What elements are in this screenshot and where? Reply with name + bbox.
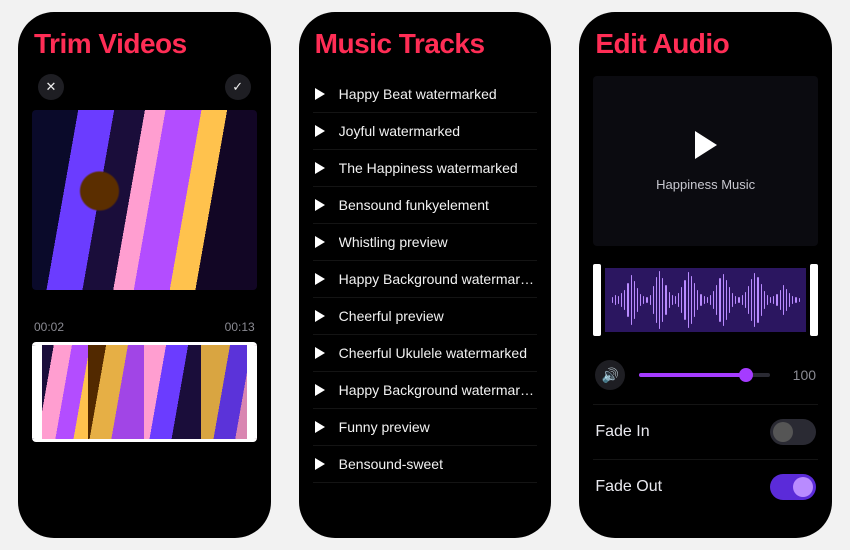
volume-slider[interactable] [639, 373, 770, 377]
play-icon [315, 384, 325, 396]
play-icon [315, 236, 325, 248]
time-start: 00:02 [34, 320, 64, 334]
fade-in-row: Fade In [593, 404, 818, 459]
play-icon [315, 162, 325, 174]
screen-title: Music Tracks [315, 28, 538, 60]
track-list: Happy Beat watermarked Joyful watermarked… [313, 76, 538, 483]
screen-title: Trim Videos [34, 28, 257, 60]
filmstrip-thumb [88, 345, 144, 439]
play-icon [315, 421, 325, 433]
time-end: 00:13 [225, 320, 255, 334]
trim-handle-right[interactable] [810, 264, 818, 336]
waveform [605, 268, 806, 332]
track-title: Happy Beat watermarked [339, 86, 497, 102]
play-icon [315, 310, 325, 322]
play-icon [315, 125, 325, 137]
track-title: Whistling preview [339, 234, 448, 250]
play-icon [315, 273, 325, 285]
app-store-screens: Trim Videos ✕ ✓ 00:02 00:13 Music Tracks… [0, 0, 850, 550]
track-row[interactable]: Cheerful preview [313, 298, 538, 335]
track-title: Happy Background watermarked [339, 271, 536, 287]
track-title: Joyful watermarked [339, 123, 460, 139]
waveform-trimmer[interactable] [593, 264, 818, 336]
trim-filmstrip[interactable] [32, 342, 257, 442]
screen-trim-videos: Trim Videos ✕ ✓ 00:02 00:13 [18, 12, 271, 538]
track-row[interactable]: Funny preview [313, 409, 538, 446]
audio-clip-name: Happiness Music [656, 177, 755, 192]
confirm-button[interactable]: ✓ [225, 74, 251, 100]
fade-in-toggle[interactable] [770, 419, 816, 445]
track-row[interactable]: Bensound funkyelement [313, 187, 538, 224]
volume-fill [639, 373, 746, 377]
track-row[interactable]: Joyful watermarked [313, 113, 538, 150]
fade-out-row: Fade Out [593, 459, 818, 514]
filmstrip-thumb [32, 345, 88, 439]
track-row[interactable]: Cheerful Ukulele watermarked [313, 335, 538, 372]
screen-music-tracks: Music Tracks Happy Beat watermarked Joyfu… [299, 12, 552, 538]
volume-value: 100 [784, 367, 816, 383]
track-row[interactable]: Happy Beat watermarked [313, 76, 538, 113]
filmstrip-thumb [144, 345, 200, 439]
close-button[interactable]: ✕ [38, 74, 64, 100]
trim-action-bar: ✕ ✓ [32, 72, 257, 110]
track-title: The Happiness watermarked [339, 160, 518, 176]
play-icon [315, 88, 325, 100]
volume-row: 🔊 100 [593, 360, 818, 390]
fade-in-label: Fade In [595, 423, 649, 441]
track-row[interactable]: Whistling preview [313, 224, 538, 261]
fade-out-toggle[interactable] [770, 474, 816, 500]
screen-edit-audio: Edit Audio Happiness Music 🔊 100 Fade In [579, 12, 832, 538]
check-icon: ✓ [232, 79, 243, 95]
trim-handle-left[interactable] [593, 264, 601, 336]
track-title: Bensound funkyelement [339, 197, 489, 213]
track-title: Cheerful Ukulele watermarked [339, 345, 527, 361]
close-icon: ✕ [46, 79, 57, 95]
volume-knob[interactable] [739, 368, 753, 382]
track-title: Funny preview [339, 419, 430, 435]
play-icon [315, 347, 325, 359]
track-row[interactable]: Bensound-sweet [313, 446, 538, 483]
screen-title: Edit Audio [595, 28, 818, 60]
track-row[interactable]: Happy Background watermarked [313, 261, 538, 298]
track-row[interactable]: The Happiness watermarked [313, 150, 538, 187]
track-title: Bensound-sweet [339, 456, 443, 472]
track-title: Cheerful preview [339, 308, 444, 324]
fade-out-label: Fade Out [595, 478, 662, 496]
volume-button[interactable]: 🔊 [595, 360, 625, 390]
audio-preview[interactable]: Happiness Music [593, 76, 818, 246]
track-row[interactable]: Happy Background watermarked [313, 372, 538, 409]
speaker-icon: 🔊 [602, 367, 619, 384]
filmstrip-thumb [201, 345, 257, 439]
video-preview[interactable] [32, 110, 257, 290]
play-icon [695, 131, 717, 159]
track-title: Happy Background watermarked [339, 382, 536, 398]
play-icon [315, 199, 325, 211]
play-icon [315, 458, 325, 470]
timecodes: 00:02 00:13 [32, 290, 257, 342]
